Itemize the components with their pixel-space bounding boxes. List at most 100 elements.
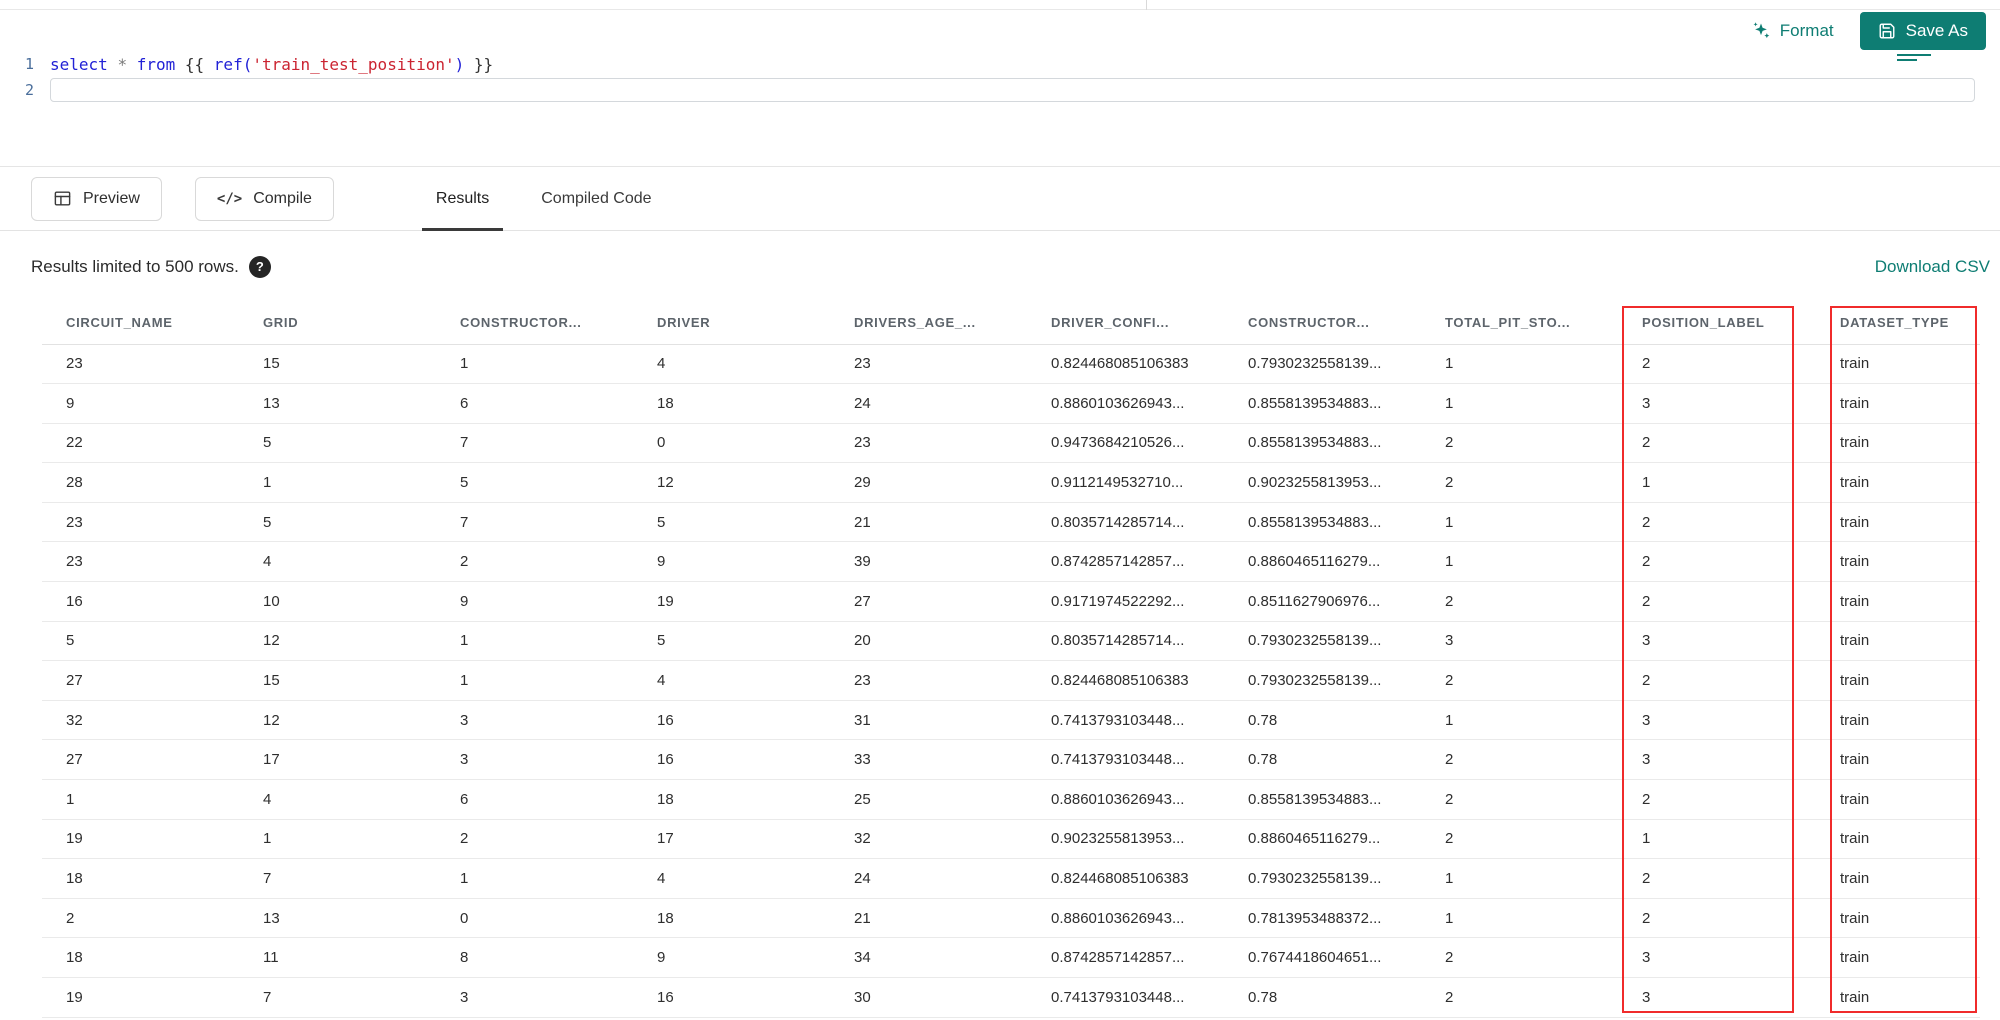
table-cell: 11 xyxy=(263,949,279,967)
table-body: 23 15 1 4 23 0.824468085106383 0.7930232558139… xyxy=(42,344,1980,1018)
table-cell: 1 xyxy=(66,790,75,808)
table-cell: train xyxy=(1840,909,1870,927)
table-cell: 3 xyxy=(1642,751,1651,769)
table-cell: 33 xyxy=(854,751,871,769)
table-cell: 16 xyxy=(66,592,83,610)
table-cell: 0 xyxy=(460,909,469,927)
table-cell: train xyxy=(1840,751,1870,769)
table-row: 1 4 6 18 25 0.8860103626943... 0.8558139534883… xyxy=(42,780,1980,820)
table-cell: 1 xyxy=(460,672,469,690)
table-cell: 24 xyxy=(854,870,871,888)
table-cell: 9 xyxy=(657,553,666,571)
code-line-1: 1 select * from {{ ref('train_test_posit… xyxy=(0,51,2000,77)
table-cell: 2 xyxy=(1642,870,1651,888)
table-row: 27 17 3 16 33 0.7413793103448... 0.78 2 3 train xyxy=(42,740,1980,780)
column-header: CONSTRUCTOR... xyxy=(1248,315,1370,331)
save-as-label: Save As xyxy=(1905,21,1968,40)
format-button[interactable]: Format xyxy=(1751,21,1834,41)
table-header-row: CIRCUIT_NAME GRID CONSTRUCTOR... DRIVER DRIV… xyxy=(42,302,1980,344)
code-line-content: select * from {{ ref('train_test_positio… xyxy=(50,55,493,74)
table-cell: 3 xyxy=(1445,632,1454,650)
column-header: CONSTRUCTOR... xyxy=(460,315,582,331)
table-cell: 3 xyxy=(460,751,469,769)
table-cell: 23 xyxy=(66,553,83,571)
code-token: * xyxy=(117,54,128,74)
table-cell: 1 xyxy=(460,355,469,373)
help-icon[interactable]: ? xyxy=(248,255,271,278)
tabs: Results Compiled Code xyxy=(410,167,678,231)
table-cell: 18 xyxy=(66,949,83,967)
table-cell: 9 xyxy=(657,949,666,967)
table-row: 19 1 2 17 32 0.9023255813953... 0.886046511627… xyxy=(42,819,1980,859)
column-header: GRID xyxy=(263,315,299,331)
table-cell: 0.78 xyxy=(1248,711,1278,729)
table-cell: 2 xyxy=(1445,474,1454,492)
table-cell: 3 xyxy=(460,988,469,1006)
table-cell: 7 xyxy=(263,988,272,1006)
table-cell: 0.9473684210526... xyxy=(1051,434,1185,452)
table-cell: 6 xyxy=(460,790,469,808)
table-cell: 0.7930232558139... xyxy=(1248,870,1382,888)
table-cell: 1 xyxy=(263,830,272,848)
table-cell: 2 xyxy=(1642,672,1651,690)
table-cell: 2 xyxy=(1642,909,1651,927)
table-cell: 0.8035714285714... xyxy=(1051,513,1185,531)
compile-button[interactable]: </> Compile xyxy=(194,176,334,221)
tab-compiled-code[interactable]: Compiled Code xyxy=(515,167,677,230)
table-cell: train xyxy=(1840,870,1870,888)
table-cell: 2 xyxy=(1642,790,1651,808)
table-cell: 19 xyxy=(66,830,83,848)
table-cell: 10 xyxy=(263,592,280,610)
table-icon xyxy=(54,191,71,206)
table-row: 28 1 5 12 29 0.9112149532710... 0.902325581395… xyxy=(42,463,1980,503)
table-cell: 24 xyxy=(854,394,871,412)
results-table-wrap: CIRCUIT_NAME GRID CONSTRUCTOR... DRIVER DRIV… xyxy=(0,302,2000,1018)
table-cell: 2 xyxy=(1642,592,1651,610)
table-cell: 4 xyxy=(657,672,666,690)
tab-divider xyxy=(1146,0,1147,10)
column-header: POSITION_LABEL xyxy=(1642,315,1765,331)
table-cell: 5 xyxy=(657,632,666,650)
table-cell: 6 xyxy=(460,394,469,412)
editor-toolbar: Format Save As xyxy=(1751,12,1986,50)
table-cell: 5 xyxy=(657,513,666,531)
table-cell: train xyxy=(1840,355,1870,373)
table-cell: 32 xyxy=(854,830,871,848)
save-as-button[interactable]: Save As xyxy=(1859,12,1986,50)
table-cell: 18 xyxy=(657,909,674,927)
download-csv-link[interactable]: Download CSV xyxy=(1875,257,1990,277)
results-meta: Results limited to 500 rows. ? Download … xyxy=(0,231,2000,302)
column-header: DRIVER_CONFI... xyxy=(1051,315,1170,331)
table-row: 16 10 9 19 27 0.9171974522292... 0.85116279069… xyxy=(42,582,1980,622)
table-cell: 0.7930232558139... xyxy=(1248,672,1382,690)
table-cell: 9 xyxy=(66,394,75,412)
empty-line-box[interactable] xyxy=(50,78,1975,102)
table-row: 27 15 1 4 23 0.824468085106383 0.7930232558139… xyxy=(42,661,1980,701)
table-cell: train xyxy=(1840,949,1870,967)
table-cell: 23 xyxy=(854,434,871,452)
table-cell: 0.7674418604651... xyxy=(1248,949,1382,967)
table-row: 23 5 7 5 21 0.8035714285714... 0.8558139534883… xyxy=(42,502,1980,542)
table-cell: 0.8860103626943... xyxy=(1051,790,1185,808)
table-cell: 12 xyxy=(657,474,674,492)
table-row: 18 7 1 4 24 0.824468085106383 0.7930232558139.… xyxy=(42,859,1980,899)
table-cell: 20 xyxy=(854,632,871,650)
table-cell: 4 xyxy=(263,790,272,808)
table-cell: 3 xyxy=(1642,988,1651,1006)
table-cell: 2 xyxy=(1445,949,1454,967)
code-token: 'train_test_position' xyxy=(252,54,455,74)
table-cell: 2 xyxy=(1642,553,1651,571)
preview-button[interactable]: Preview xyxy=(31,176,162,221)
code-area[interactable]: 1 select * from {{ ref('train_test_posit… xyxy=(0,51,2000,103)
actions-bar: Preview </> Compile Results Compiled Code xyxy=(0,167,2000,231)
table-cell: 1 xyxy=(263,474,272,492)
table-cell: 2 xyxy=(1642,355,1651,373)
table-cell: 34 xyxy=(854,949,871,967)
table-cell: 18 xyxy=(657,394,674,412)
tab-results[interactable]: Results xyxy=(410,167,515,231)
table-cell: 7 xyxy=(460,434,469,452)
table-cell: train xyxy=(1840,394,1870,412)
table-cell: 0.824468085106383 xyxy=(1051,870,1189,888)
